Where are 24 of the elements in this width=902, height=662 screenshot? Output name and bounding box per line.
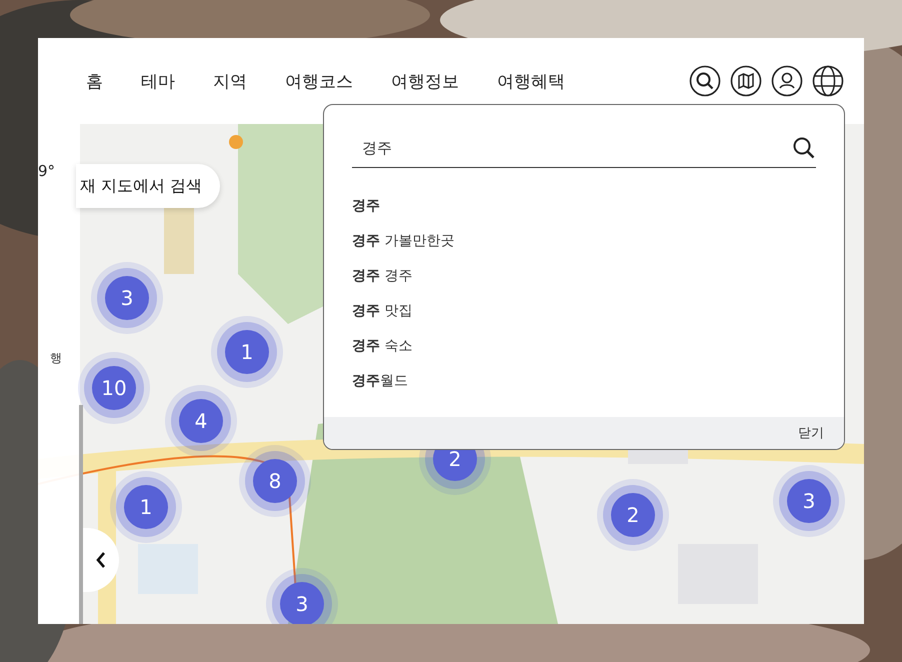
- suggestion-item[interactable]: 경주 맛집: [352, 302, 412, 320]
- map-search-button[interactable]: 재 지도에서 검색: [76, 164, 220, 208]
- user-icon[interactable]: [771, 65, 803, 97]
- suggestion-item[interactable]: 경주월드: [352, 372, 408, 390]
- nav-link[interactable]: 여행혜택: [497, 70, 565, 92]
- suggestion-item[interactable]: 경주 경주: [352, 266, 412, 284]
- map-icon[interactable]: [730, 65, 762, 97]
- search-icon[interactable]: [689, 65, 721, 97]
- globe-icon[interactable]: [812, 65, 844, 97]
- nav-link[interactable]: 여행정보: [391, 70, 459, 92]
- nav-link[interactable]: 지역: [213, 70, 247, 92]
- nav-link[interactable]: 여행코스: [285, 70, 353, 92]
- scrollbar[interactable]: [79, 405, 83, 624]
- suggestion-item[interactable]: 경주 숙소: [352, 336, 412, 354]
- close-button[interactable]: 닫기: [798, 424, 824, 442]
- side-label: 행: [50, 350, 62, 367]
- suggestion-item[interactable]: 경주 가볼만한곳: [352, 232, 454, 250]
- search-icon[interactable]: [792, 136, 816, 160]
- suggestion-item[interactable]: 경주: [352, 196, 380, 214]
- nav-link[interactable]: 테마: [141, 70, 175, 92]
- chevron-left-icon: [95, 551, 107, 569]
- search-field[interactable]: 경주: [352, 131, 784, 165]
- nav-link[interactable]: 홈: [86, 70, 103, 92]
- temperature-text: 9°: [38, 162, 56, 180]
